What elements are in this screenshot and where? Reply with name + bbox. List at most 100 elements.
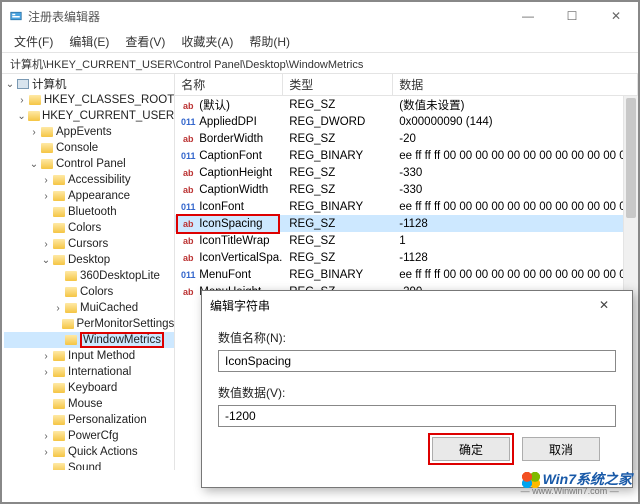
tree-label: Accessibility	[68, 174, 131, 186]
list-row[interactable]: 011IconFontREG_BINARYee ff ff ff 00 00 0…	[175, 198, 638, 215]
folder-icon	[40, 157, 54, 171]
scroll-thumb[interactable]	[626, 98, 636, 218]
twisty-icon[interactable]: ›	[16, 95, 28, 106]
twisty-icon[interactable]: ›	[40, 431, 52, 442]
twisty-icon[interactable]: ›	[40, 447, 52, 458]
folder-icon	[52, 429, 66, 443]
list-header: 名称 类型 数据	[175, 74, 638, 96]
tree-item[interactable]: › Accessibility	[4, 172, 174, 188]
tree-label: PowerCfg	[68, 430, 119, 442]
tree-item[interactable]: ›AppEvents	[4, 124, 174, 140]
twisty-icon[interactable]: ⌄	[4, 79, 16, 90]
list-row[interactable]: 011MenuFontREG_BINARYee ff ff ff 00 00 0…	[175, 266, 638, 283]
tree-item[interactable]: ›Quick Actions	[4, 444, 174, 460]
list-row[interactable]: ab(默认)REG_SZ(数值未设置)	[175, 96, 638, 113]
tree-label: Colors	[68, 222, 101, 234]
value-type: REG_DWORD	[283, 116, 393, 128]
highlight-iconspacing	[176, 214, 280, 234]
close-button[interactable]: ✕	[594, 2, 638, 30]
twisty-icon[interactable]: ›	[40, 175, 52, 186]
tree-item[interactable]: ⌄ Desktop	[4, 252, 174, 268]
folder-icon	[52, 413, 66, 427]
list-row[interactable]: 011CaptionFontREG_BINARYee ff ff ff 00 0…	[175, 147, 638, 164]
watermark: Win7系统之家 — www.Winwin7.com —	[521, 469, 632, 496]
value-data: -330	[393, 184, 638, 196]
col-type[interactable]: 类型	[283, 74, 393, 95]
string-value-icon: ab	[181, 252, 195, 264]
value-name-field[interactable]	[218, 350, 616, 372]
dialog-close-button[interactable]: ✕	[584, 298, 624, 312]
value-name: MenuFont	[199, 269, 251, 281]
tree-item[interactable]: ›Appearance	[4, 188, 174, 204]
twisty-icon[interactable]: ⌄	[16, 111, 27, 122]
col-data[interactable]: 数据	[393, 74, 638, 95]
tree-item[interactable]: PerMonitorSettings	[4, 316, 174, 332]
value-type: REG_SZ	[283, 235, 393, 247]
menu-favorites[interactable]: 收藏夹(A)	[175, 31, 239, 52]
value-type: REG_SZ	[283, 184, 393, 196]
address-bar[interactable]: 计算机\HKEY_CURRENT_USER\Control Panel\Desk…	[2, 52, 638, 74]
menu-edit[interactable]: 编辑(E)	[63, 31, 115, 52]
maximize-button[interactable]: ☐	[550, 2, 594, 30]
tree-item[interactable]: Bluetooth	[4, 204, 174, 220]
tree-item[interactable]: Colors	[4, 284, 174, 300]
tree-item[interactable]: ›Cursors	[4, 236, 174, 252]
twisty-icon[interactable]: ›	[40, 191, 52, 202]
value-data: ee ff ff ff 00 00 00 00 00 00 00 00 00 0…	[393, 201, 638, 213]
value-data: 0x00000090 (144)	[393, 116, 638, 128]
value-type: REG_SZ	[283, 167, 393, 179]
tree-item[interactable]: Keyboard	[4, 380, 174, 396]
value-name: BorderWidth	[199, 133, 263, 145]
minimize-button[interactable]: —	[506, 2, 550, 30]
tree-item[interactable]: ⌄计算机	[4, 76, 174, 92]
tree-item[interactable]: 360DesktopLite	[4, 268, 174, 284]
twisty-icon[interactable]: ⌄	[28, 159, 40, 170]
value-data: ee ff ff ff 00 00 00 00 00 00 00 00 00 0…	[393, 150, 638, 162]
ok-button[interactable]: 确定	[432, 437, 510, 461]
value-data: -1128	[393, 252, 638, 264]
tree-view[interactable]: ⌄计算机›HKEY_CLASSES_ROOT⌄HKEY_CURRENT_USER…	[2, 74, 175, 470]
tree-item[interactable]: ⌄HKEY_CURRENT_USER	[4, 108, 174, 124]
folder-icon	[52, 173, 66, 187]
tree-item[interactable]: Colors	[4, 220, 174, 236]
tree-item[interactable]: Sound	[4, 460, 174, 470]
list-row[interactable]: abCaptionHeightREG_SZ-330	[175, 164, 638, 181]
twisty-icon[interactable]: ⌄	[40, 255, 52, 266]
binary-value-icon: 011	[181, 116, 195, 128]
list-row[interactable]: abBorderWidthREG_SZ-20	[175, 130, 638, 147]
value-type: REG_BINARY	[283, 150, 393, 162]
tree-item[interactable]: Console	[4, 140, 174, 156]
tree-item[interactable]: Personalization	[4, 412, 174, 428]
value-data: -330	[393, 167, 638, 179]
value-name: IconTitleWrap	[199, 235, 269, 247]
menu-file[interactable]: 文件(F)	[8, 31, 59, 52]
twisty-icon[interactable]: ›	[28, 127, 40, 138]
tree-label: International	[68, 366, 131, 378]
tree-item[interactable]: ›MuiCached	[4, 300, 174, 316]
tree-item[interactable]: › International	[4, 364, 174, 380]
tree-label: Desktop	[68, 254, 110, 266]
twisty-icon[interactable]: ›	[52, 303, 64, 314]
col-name[interactable]: 名称	[175, 74, 283, 95]
tree-item[interactable]: ›HKEY_CLASSES_ROOT	[4, 92, 174, 108]
value-name: (默认)	[199, 100, 230, 112]
tree-item[interactable]: WindowMetrics	[4, 332, 174, 348]
list-row[interactable]: 011AppliedDPIREG_DWORD0x00000090 (144)	[175, 113, 638, 130]
menu-help[interactable]: 帮助(H)	[243, 31, 296, 52]
value-name: CaptionWidth	[199, 184, 268, 196]
list-row[interactable]: abIconVerticalSpa...REG_SZ-1128	[175, 249, 638, 266]
tree-item[interactable]: › PowerCfg	[4, 428, 174, 444]
tree-label: WindowMetrics	[80, 334, 164, 346]
tree-item[interactable]: Mouse	[4, 396, 174, 412]
twisty-icon[interactable]: ›	[40, 367, 52, 378]
cancel-button[interactable]: 取消	[522, 437, 600, 461]
tree-item[interactable]: ›Input Method	[4, 348, 174, 364]
menu-view[interactable]: 查看(V)	[119, 31, 171, 52]
tree-label: Sound	[68, 462, 101, 470]
tree-item[interactable]: ⌄Control Panel	[4, 156, 174, 172]
value-data-field[interactable]	[218, 405, 616, 427]
list-row[interactable]: abIconTitleWrapREG_SZ1	[175, 232, 638, 249]
twisty-icon[interactable]: ›	[40, 239, 52, 250]
twisty-icon[interactable]: ›	[40, 351, 52, 362]
list-row[interactable]: abCaptionWidthREG_SZ-330	[175, 181, 638, 198]
